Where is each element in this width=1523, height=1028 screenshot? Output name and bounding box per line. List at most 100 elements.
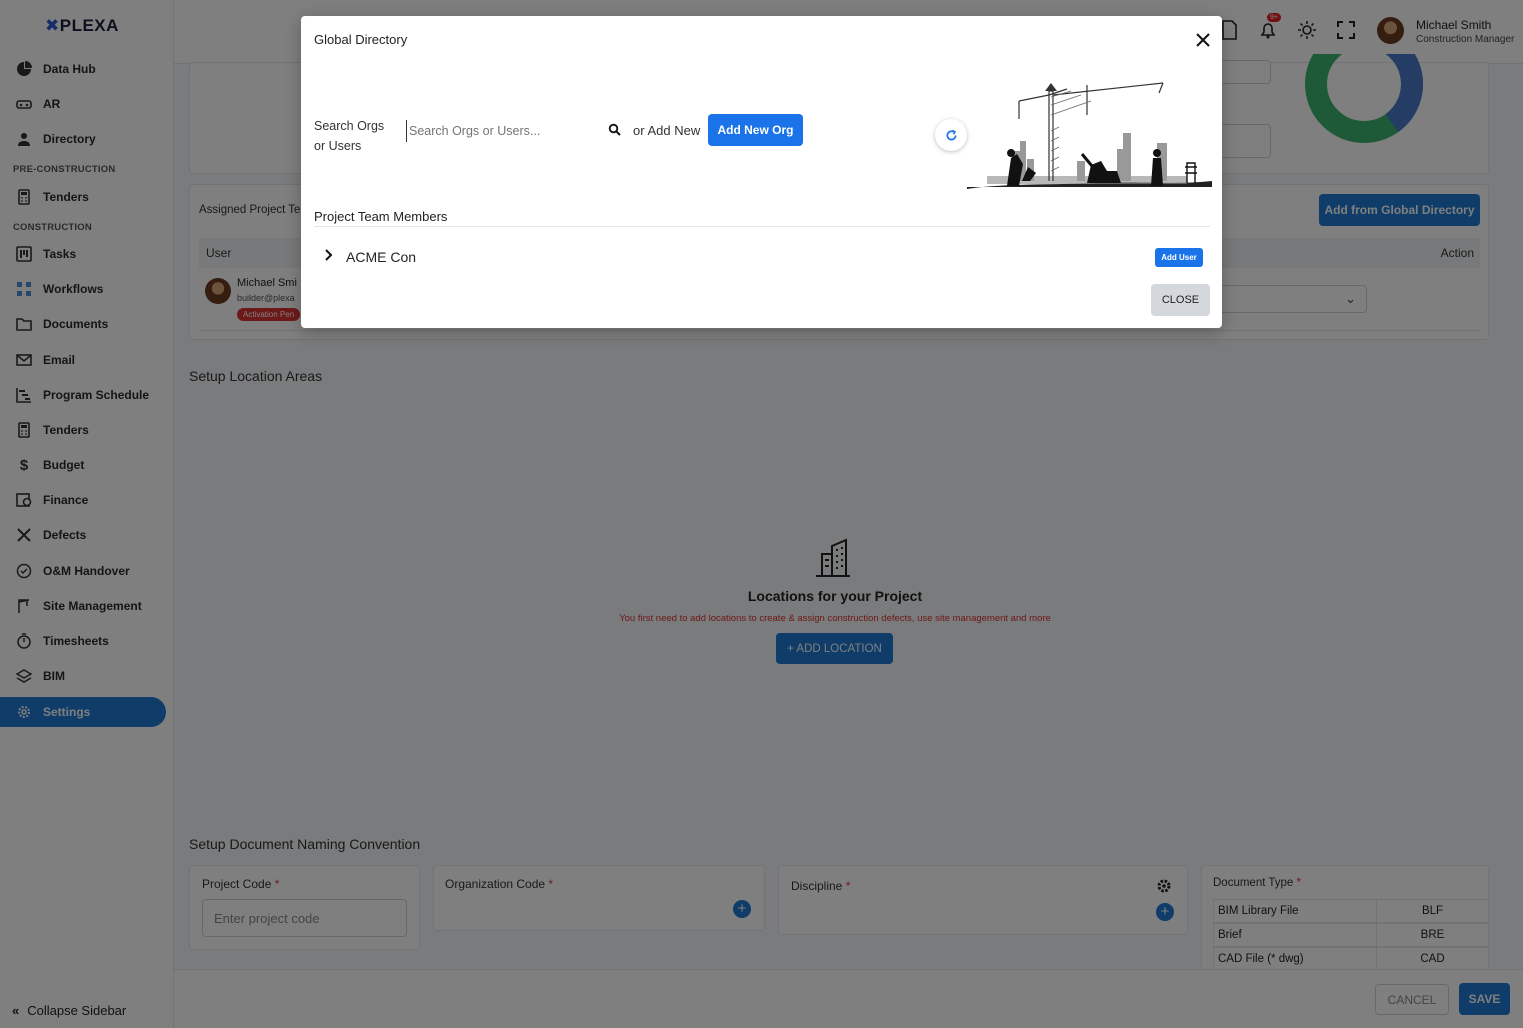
role-select[interactable]: ⌄ bbox=[1204, 285, 1367, 313]
table-row: CAD File (* dwg) CAD bbox=[1213, 947, 1489, 971]
notification-badge: 9+ bbox=[1267, 13, 1281, 22]
sun-icon[interactable] bbox=[1297, 20, 1317, 40]
modal-title: Global Directory bbox=[314, 32, 408, 47]
app-logo[interactable]: ✖PLEXA bbox=[45, 16, 119, 36]
kanban-icon bbox=[16, 246, 32, 262]
bell-icon[interactable] bbox=[1258, 20, 1278, 40]
detail-field-1[interactable] bbox=[1214, 60, 1271, 84]
naming-title: Setup Document Naming Convention bbox=[189, 836, 421, 852]
sidebar-item-documents[interactable]: Documents bbox=[0, 309, 166, 339]
sidebar-item-timesheets[interactable]: Timesheets bbox=[0, 626, 166, 656]
close-button[interactable]: CLOSE bbox=[1151, 284, 1210, 316]
pie-chart-icon bbox=[16, 61, 32, 77]
member-email: builder@plexa bbox=[237, 293, 295, 303]
sidebar-item-label: Tasks bbox=[43, 247, 77, 261]
footer-bar bbox=[174, 969, 1523, 1028]
sidebar-item-directory[interactable]: Directory bbox=[0, 124, 166, 154]
member-name: Michael Smi bbox=[237, 277, 297, 289]
add-discipline-icon[interactable]: + bbox=[1156, 903, 1174, 921]
locations-title: Setup Location Areas bbox=[189, 368, 323, 384]
chevron-right-icon[interactable] bbox=[322, 248, 336, 262]
discipline-card bbox=[778, 865, 1188, 935]
folder-icon bbox=[16, 316, 32, 332]
sidebar-item-tenders-2[interactable]: Tenders bbox=[0, 415, 166, 445]
sidebar-item-settings[interactable]: Settings bbox=[0, 697, 166, 727]
headset-icon bbox=[16, 96, 32, 112]
add-org-code-icon[interactable]: + bbox=[733, 900, 751, 918]
org-name[interactable]: ACME Con bbox=[346, 249, 416, 265]
sidebar-item-label: Workflows bbox=[43, 282, 104, 296]
add-location-button[interactable]: + ADD LOCATION bbox=[776, 633, 893, 664]
avatar[interactable] bbox=[1377, 17, 1404, 44]
sidebar-item-label: Settings bbox=[43, 705, 91, 719]
building-icon bbox=[816, 538, 850, 577]
sidebar-item-defects[interactable]: Defects bbox=[0, 520, 166, 550]
stopwatch-icon bbox=[16, 633, 32, 649]
sidebar-item-workflows[interactable]: Workflows bbox=[0, 274, 166, 304]
envelope-icon bbox=[16, 352, 32, 368]
team-members-label: Project Team Members bbox=[314, 209, 448, 224]
document-type-label: Document Type * bbox=[1213, 877, 1302, 889]
construction-illustration bbox=[967, 82, 1212, 189]
add-new-org-button[interactable]: Add New Org bbox=[708, 114, 803, 146]
sidebar-item-bim[interactable]: BIM bbox=[0, 661, 166, 691]
dollar-icon: $ bbox=[19, 456, 29, 474]
sidebar-item-tasks[interactable]: Tasks bbox=[0, 239, 166, 269]
detail-field-2[interactable] bbox=[1214, 124, 1271, 158]
collapse-sidebar-label: Collapse Sidebar bbox=[27, 1003, 127, 1018]
workflow-icon bbox=[16, 281, 32, 297]
close-icon[interactable] bbox=[1193, 30, 1213, 50]
status-badge: Activation Pen bbox=[237, 308, 301, 321]
sidebar-item-label: Budget bbox=[43, 458, 85, 472]
sidebar-item-finance[interactable]: Finance bbox=[0, 485, 166, 515]
user-name: Michael Smith bbox=[1416, 18, 1492, 32]
save-button[interactable]: SAVE bbox=[1459, 983, 1510, 1015]
sidebar-item-site-management[interactable]: Site Management bbox=[0, 591, 166, 621]
sidebar-item-label: AR bbox=[43, 97, 61, 111]
project-code-input[interactable]: Enter project code bbox=[202, 899, 407, 937]
pdf-icon[interactable] bbox=[1219, 20, 1239, 40]
or-add-new-label: or Add New bbox=[633, 123, 701, 138]
refresh-button[interactable] bbox=[935, 119, 967, 151]
col-action: Action bbox=[1440, 246, 1474, 260]
add-user-button[interactable]: Add User bbox=[1155, 248, 1203, 267]
finance-icon bbox=[16, 492, 32, 508]
sidebar-item-data-hub[interactable]: Data Hub bbox=[0, 54, 166, 84]
org-code-card bbox=[433, 865, 765, 931]
table-row: BIM Library File BLF bbox=[1213, 899, 1489, 923]
sidebar-item-label: Site Management bbox=[43, 599, 142, 613]
project-code-label: Project Code * bbox=[202, 877, 280, 891]
donut-chart bbox=[1305, 54, 1424, 143]
search-icon[interactable] bbox=[608, 123, 622, 137]
sidebar-item-om-handover[interactable]: O&M Handover bbox=[0, 556, 166, 586]
sidebar-item-label: Timesheets bbox=[43, 634, 109, 648]
calculator-icon bbox=[16, 422, 32, 438]
org-code-label: Organization Code * bbox=[445, 877, 554, 891]
chevron-down-icon: ⌄ bbox=[1345, 291, 1356, 306]
settings-cog-icon[interactable] bbox=[1156, 877, 1174, 895]
fullscreen-icon[interactable] bbox=[1336, 20, 1356, 40]
search-input[interactable] bbox=[406, 120, 621, 142]
refresh-icon bbox=[946, 129, 957, 140]
sidebar: ✖PLEXA Data Hub AR Directory PRE-CONSTRU… bbox=[0, 0, 174, 1028]
sidebar-item-program-schedule[interactable]: Program Schedule bbox=[0, 380, 166, 410]
sidebar-item-label: Documents bbox=[43, 317, 109, 331]
cancel-button[interactable]: CANCEL bbox=[1375, 984, 1449, 1015]
search-label: Search Orgs or Users bbox=[314, 119, 385, 153]
global-directory-modal: Global Directory Search Orgs or Users or… bbox=[301, 16, 1222, 328]
divider bbox=[199, 330, 1480, 331]
sidebar-item-tenders[interactable]: Tenders bbox=[0, 182, 166, 212]
crane-icon bbox=[16, 598, 32, 614]
collapse-sidebar-button[interactable]: « Collapse Sidebar bbox=[12, 1003, 126, 1018]
team-label: Assigned Project Tea bbox=[199, 204, 307, 216]
sidebar-item-label: Tenders bbox=[43, 190, 89, 204]
sidebar-item-email[interactable]: Email bbox=[0, 345, 166, 375]
sidebar-item-label: Program Schedule bbox=[43, 388, 150, 402]
sidebar-item-label: Data Hub bbox=[43, 62, 96, 76]
table-row: Brief BRE bbox=[1213, 923, 1489, 947]
add-from-global-directory-button[interactable]: Add from Global Directory bbox=[1319, 194, 1480, 226]
divider bbox=[314, 226, 1210, 227]
sidebar-item-budget[interactable]: $ Budget bbox=[0, 450, 166, 480]
sidebar-item-ar[interactable]: AR bbox=[0, 89, 166, 119]
double-chevron-left-icon: « bbox=[12, 1003, 20, 1018]
